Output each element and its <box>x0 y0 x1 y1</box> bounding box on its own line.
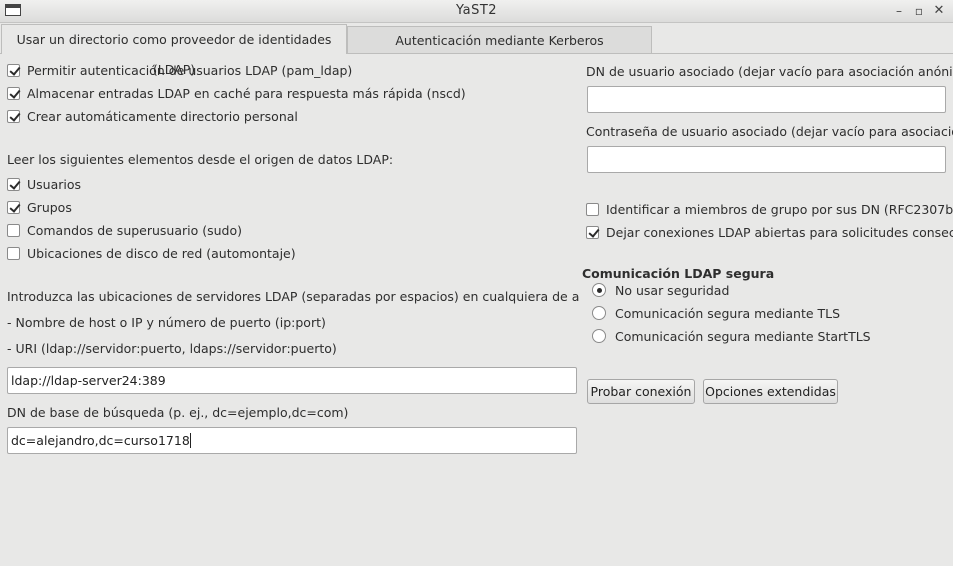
ldap-server-value: ldap://ldap-server24:389 <box>11 373 166 388</box>
groups-checkbox[interactable] <box>7 201 20 214</box>
tab-bar: Usar un directorio como proveedor de ide… <box>0 22 953 77</box>
test-connection-button[interactable]: Probar conexión <box>587 379 695 404</box>
bind-dn-input[interactable] <box>587 86 946 113</box>
starttls-label: Comunicación segura mediante StartTLS <box>615 329 871 344</box>
bind-password-label: Contraseña de usuario asociado (dejar va… <box>586 124 953 139</box>
sudo-checkbox[interactable] <box>7 224 20 237</box>
tab-kerberos[interactable]: Autenticación mediante Kerberos <box>347 26 652 53</box>
starttls-radio[interactable] <box>592 329 606 343</box>
nscd-label: Almacenar entradas LDAP en caché para re… <box>27 86 466 101</box>
server-hint-uri: - URI (ldap://servidor:puerto, ldaps://s… <box>7 341 337 356</box>
sudo-label: Comandos de superusuario (sudo) <box>27 223 243 238</box>
tls-label: Comunicación segura mediante TLS <box>615 306 841 321</box>
minimize-icon[interactable]: – <box>890 2 908 20</box>
rfc2307bis-checkbox[interactable] <box>586 203 599 216</box>
users-label: Usuarios <box>27 177 82 192</box>
secure-comm-heading: Comunicación LDAP segura <box>582 266 775 281</box>
extended-options-button[interactable]: Opciones extendidas <box>703 379 838 404</box>
base-dn-label: DN de base de búsqueda (p. ej., dc=ejemp… <box>7 405 349 420</box>
no-security-radio[interactable] <box>592 283 606 297</box>
create-home-label: Crear automáticamente directorio persona… <box>27 109 298 124</box>
groups-label: Grupos <box>27 200 72 215</box>
text-cursor <box>189 433 191 448</box>
base-dn-input[interactable]: dc=alejandro,dc=curso1718 <box>7 427 577 454</box>
users-checkbox[interactable] <box>7 178 20 191</box>
server-hint-text: Introduzca las ubicaciones de servidores… <box>7 289 579 304</box>
tls-radio[interactable] <box>592 306 606 320</box>
bind-password-input[interactable] <box>587 146 946 173</box>
window-title: YaST2 <box>455 3 498 18</box>
ldap-server-input[interactable]: ldap://ldap-server24:389 <box>7 367 577 394</box>
nscd-checkbox[interactable] <box>7 87 20 100</box>
persistent-connections-checkbox[interactable] <box>586 226 599 239</box>
bind-dn-label: DN de usuario asociado (dejar vacío para… <box>586 64 953 79</box>
read-items-heading: Leer los siguientes elementos desde el o… <box>7 152 394 167</box>
no-security-label: No usar seguridad <box>615 283 730 298</box>
maximize-icon[interactable]: ▫ <box>910 2 928 20</box>
automount-checkbox[interactable] <box>7 247 20 260</box>
pam-ldap-checkbox[interactable] <box>7 64 20 77</box>
tab-ldap[interactable]: Usar un directorio como proveedor de ide… <box>1 24 347 77</box>
automount-label: Ubicaciones de disco de red (automontaje… <box>27 246 296 261</box>
title-bar: YaST2 – ▫ ✕ <box>0 0 953 23</box>
server-hint-host: - Nombre de host o IP y número de puerto… <box>7 315 326 330</box>
persistent-connections-label: Dejar conexiones LDAP abiertas para soli… <box>606 225 953 240</box>
create-home-checkbox[interactable] <box>7 110 20 123</box>
base-dn-value: dc=alejandro,dc=curso1718 <box>11 433 190 448</box>
close-icon[interactable]: ✕ <box>930 2 948 20</box>
rfc2307bis-label: Identificar a miembros de grupo por sus … <box>606 202 953 217</box>
